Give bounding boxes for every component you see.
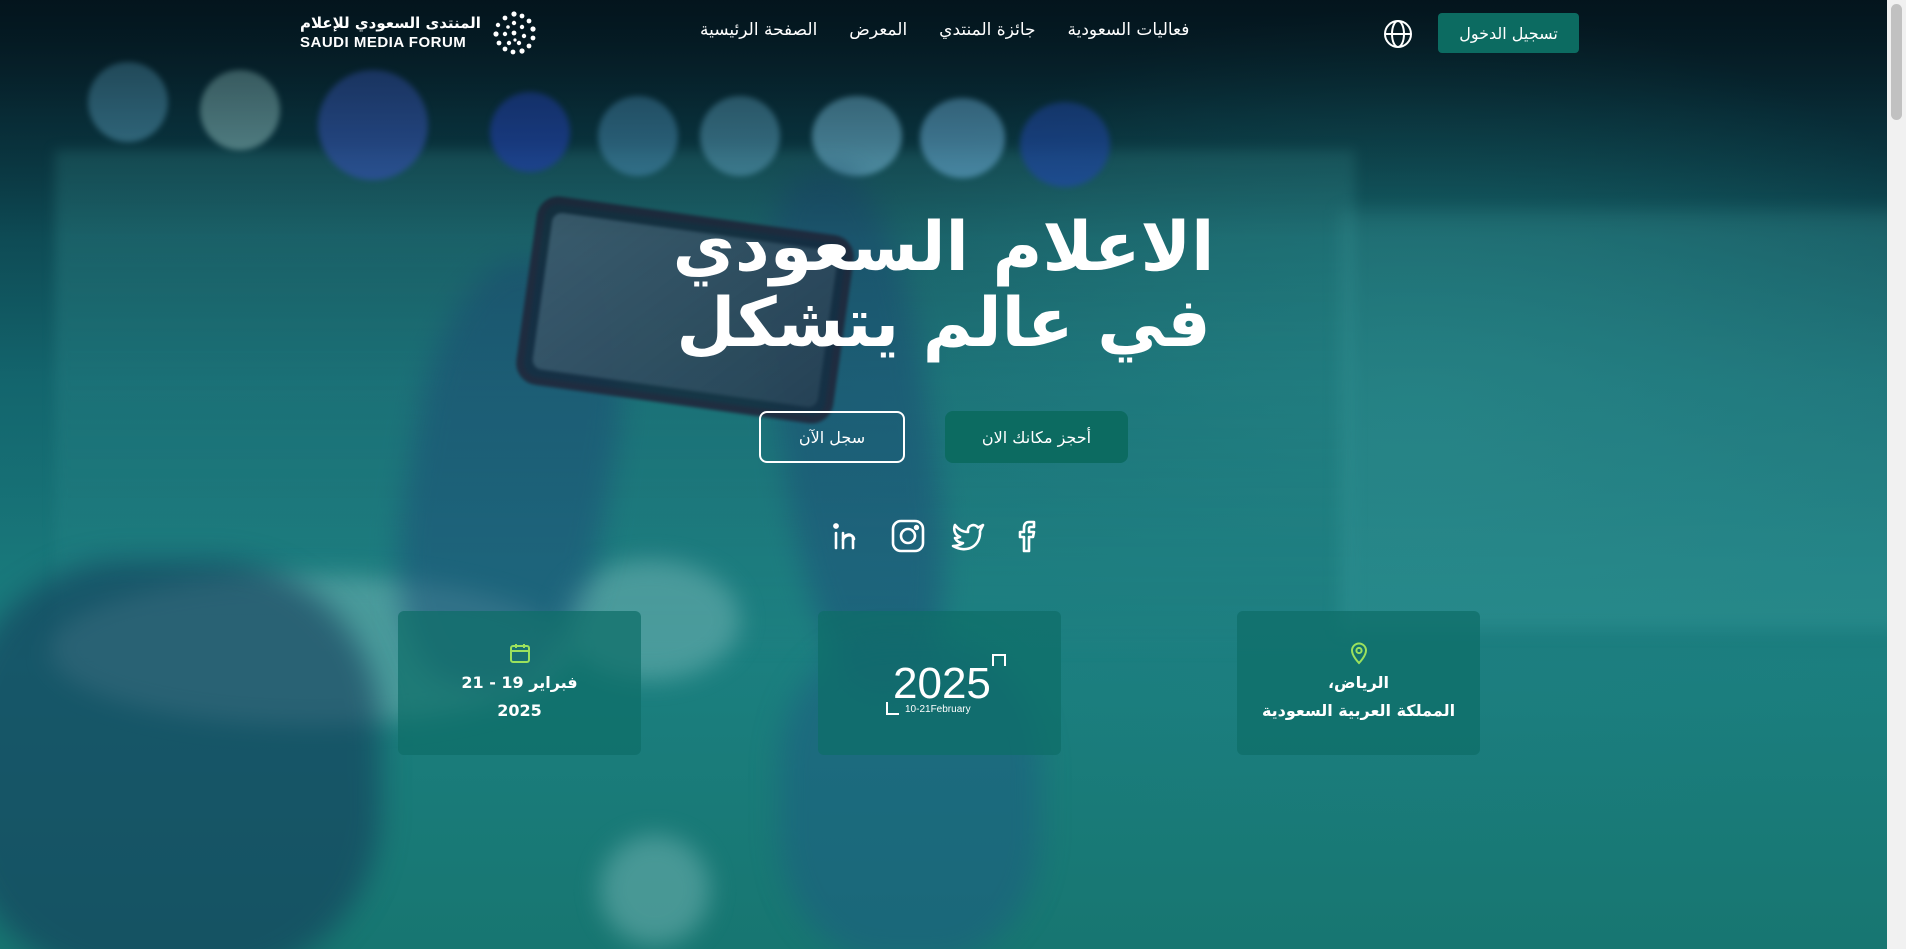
location-country: المملكة العربية السعودية: [1261, 701, 1456, 720]
logo-english-text: SAUDI MEDIA FORUM: [300, 34, 467, 51]
hero-actions: سجل الآن أحجز مكانك الان: [0, 411, 1887, 463]
language-globe-icon[interactable]: [1382, 18, 1414, 50]
date-card: فبراير 19 - 21 2025: [398, 611, 641, 755]
nav-forum-award[interactable]: جائزة المنتدي: [939, 20, 1035, 40]
location-card: الرياض، المملكة العربية السعودية: [1237, 611, 1480, 755]
event-2025-badge: 2025 10-21February: [885, 654, 1006, 715]
year-badge-card: 2025 10-21February: [818, 611, 1061, 755]
date-range: فبراير 19 - 21: [461, 673, 578, 692]
hero-background: [0, 0, 1887, 949]
location-city: الرياض،: [1327, 673, 1390, 692]
page-scrollbar[interactable]: [1887, 0, 1906, 949]
logo-arabic-text: المنتدى السعودي للإعلام: [300, 14, 481, 32]
site-logo[interactable]: المنتدى السعودي للإعلام SAUDI MEDIA FORU…: [300, 10, 537, 56]
calendar-icon: [509, 644, 530, 663]
book-seat-button[interactable]: أحجز مكانك الان: [945, 411, 1128, 463]
background-shade: [0, 0, 1887, 949]
date-year: 2025: [497, 701, 542, 720]
scrollbar-thumb[interactable]: [1891, 4, 1902, 120]
site-header: المنتدى السعودي للإعلام SAUDI MEDIA FORU…: [0, 0, 1887, 66]
location-pin-icon: [1350, 642, 1367, 665]
linkedin-icon[interactable]: [830, 518, 866, 554]
nav-home[interactable]: الصفحة الرئيسية: [700, 20, 817, 40]
login-button[interactable]: تسجيل الدخول: [1438, 13, 1579, 53]
facebook-icon[interactable]: [1010, 518, 1046, 554]
main-nav: الصفحة الرئيسية المعرض جائزة المنتدي فعا…: [700, 20, 1189, 40]
hero-title: الاعلام السعودي في عالم يتشكل: [0, 210, 1887, 362]
badge-dates-text: 10-21February: [905, 704, 971, 715]
social-links: [830, 518, 1046, 554]
hero-title-line-2: في عالم يتشكل: [676, 284, 1211, 363]
badge-year-text: 2025: [893, 659, 991, 708]
register-now-button[interactable]: سجل الآن: [759, 411, 905, 463]
hero-title-line-1: الاعلام السعودي: [672, 208, 1215, 287]
instagram-icon[interactable]: [890, 518, 926, 554]
logo-mark-icon: [493, 11, 536, 55]
nav-saudi-events[interactable]: فعاليات السعودية: [1068, 20, 1190, 40]
nav-exhibition[interactable]: المعرض: [849, 20, 907, 40]
logo-text: المنتدى السعودي للإعلام SAUDI MEDIA FORU…: [300, 14, 481, 51]
twitter-icon[interactable]: [950, 518, 986, 554]
